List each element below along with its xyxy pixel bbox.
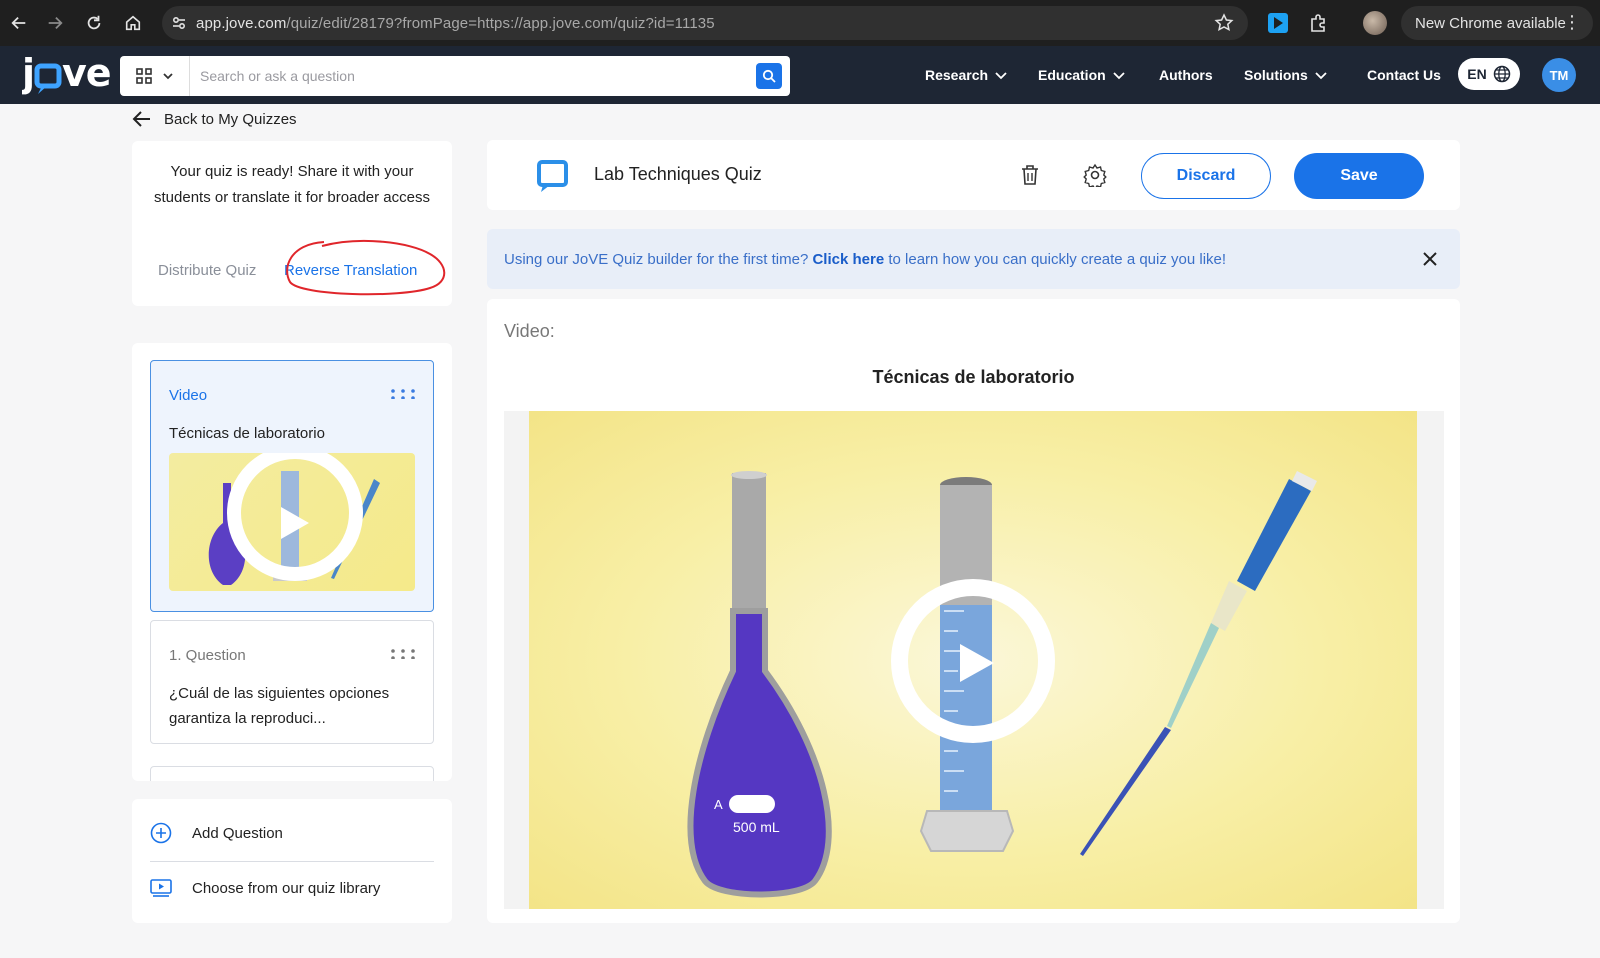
add-question-label: Add Question xyxy=(192,824,283,842)
flask-mark-a: A xyxy=(714,797,723,812)
video-label: Video: xyxy=(504,321,555,341)
site-settings-icon[interactable] xyxy=(162,6,196,40)
trash-icon[interactable] xyxy=(1017,162,1043,188)
grid-icon xyxy=(135,68,152,84)
quiz-title[interactable]: Lab Techniques Quiz xyxy=(594,164,762,185)
video-section: Video: Técnicas de laboratorio A 500 mL xyxy=(487,299,1460,923)
quiz-chat-icon xyxy=(537,160,568,192)
url-host: app.jove.com xyxy=(196,14,287,32)
back-to-quizzes-link[interactable]: Back to My Quizzes xyxy=(132,107,297,131)
search-input[interactable] xyxy=(190,68,756,84)
site-header: j ve Research Education Authors Solution… xyxy=(0,46,1600,104)
item-title: ¿Cuál de las siguientes opciones garanti… xyxy=(169,685,390,727)
banner-post: to learn how you can quickly create a qu… xyxy=(888,250,1227,268)
banner-pre: Using our JoVE Quiz builder for the firs… xyxy=(504,250,809,268)
divider xyxy=(150,861,434,862)
nav-authors[interactable]: Authors xyxy=(1159,46,1213,104)
svg-text:ve: ve xyxy=(62,52,111,95)
new-chrome-available-button[interactable]: New Chrome available ⋮ xyxy=(1401,6,1593,40)
discard-button[interactable]: Discard xyxy=(1141,153,1271,199)
quiz-items-panel: Video Técnicas de laboratorio 1. Questio… xyxy=(132,343,452,781)
question-item-card[interactable]: 1. Question ¿Cuál de las siguientes opci… xyxy=(150,620,434,744)
annotation-circle xyxy=(286,239,446,296)
back-arrow-icon[interactable] xyxy=(0,0,38,46)
chevron-down-icon xyxy=(1315,72,1327,80)
new-chrome-label: New Chrome available xyxy=(1415,14,1566,32)
quiz-ready-message: Your quiz is ready! Share it with your s… xyxy=(154,163,430,206)
nav-research[interactable]: Research xyxy=(925,46,1008,104)
user-avatar[interactable]: TM xyxy=(1542,58,1576,92)
chevron-down-icon xyxy=(162,73,173,80)
bookmark-star-icon[interactable] xyxy=(1214,13,1234,38)
save-button[interactable]: Save xyxy=(1294,153,1424,199)
play-icon[interactable] xyxy=(957,641,997,685)
search-button[interactable] xyxy=(756,63,782,89)
quiz-editor-header: Lab Techniques Quiz Discard Save xyxy=(487,140,1460,210)
tab-distribute-quiz[interactable]: Distribute Quiz xyxy=(158,262,256,279)
menu-dots-icon[interactable]: ⋮ xyxy=(1563,12,1581,32)
info-banner: Using our JoVE Quiz builder for the firs… xyxy=(487,229,1460,289)
extensions-puzzle-icon[interactable] xyxy=(1306,11,1330,35)
profile-avatar[interactable] xyxy=(1363,11,1387,35)
home-icon[interactable] xyxy=(114,0,152,46)
video-poster: A 500 mL xyxy=(529,411,1417,909)
chevron-down-icon xyxy=(1113,72,1125,80)
nav-solutions-label: Solutions xyxy=(1244,67,1308,83)
item-type-label: Video xyxy=(169,387,208,404)
video-thumbnail[interactable] xyxy=(169,453,415,591)
category-dropdown[interactable] xyxy=(120,56,190,96)
arrow-left-icon xyxy=(132,111,150,127)
banner-text: Using our JoVE Quiz builder for the firs… xyxy=(504,251,1226,268)
jove-logo[interactable]: j ve xyxy=(22,52,114,98)
play-icon xyxy=(281,507,309,539)
plus-circle-icon xyxy=(150,822,172,844)
nav-contact-us[interactable]: Contact Us xyxy=(1367,46,1441,104)
video-item-card[interactable]: Video Técnicas de laboratorio xyxy=(150,360,434,612)
search-bar xyxy=(120,56,790,96)
video-title: Técnicas de laboratorio xyxy=(872,367,1075,387)
add-question-button[interactable]: Add Question xyxy=(150,815,283,851)
choose-from-library-button[interactable]: Choose from our quiz library xyxy=(150,870,380,906)
item-title: Técnicas de laboratorio xyxy=(169,425,325,442)
drag-dots-icon[interactable] xyxy=(391,649,415,659)
reload-icon[interactable] xyxy=(75,0,113,46)
video-player[interactable]: A 500 mL xyxy=(504,411,1444,909)
nav-contact-label: Contact Us xyxy=(1367,67,1441,83)
nav-education-label: Education xyxy=(1038,67,1106,83)
drag-dots-icon[interactable] xyxy=(391,389,415,399)
globe-icon xyxy=(1493,65,1510,83)
chevron-down-icon xyxy=(995,72,1007,80)
browser-toolbar: app.jove.com/quiz/edit/28179?fromPage=ht… xyxy=(0,0,1600,46)
search-icon xyxy=(762,69,776,83)
nav-education[interactable]: Education xyxy=(1038,46,1126,104)
nav-solutions[interactable]: Solutions xyxy=(1244,46,1328,104)
svg-text:j: j xyxy=(22,52,34,95)
nav-research-label: Research xyxy=(925,67,989,83)
url-path: /quiz/edit/28179?fromPage=https://app.jo… xyxy=(286,14,715,32)
address-bar[interactable]: app.jove.com/quiz/edit/28179?fromPage=ht… xyxy=(162,6,1248,40)
forward-arrow-icon[interactable] xyxy=(36,0,74,46)
item-type-label: 1. Question xyxy=(169,647,246,664)
video-library-icon xyxy=(150,879,172,897)
url-text: app.jove.com/quiz/edit/28179?fromPage=ht… xyxy=(196,15,715,32)
close-icon[interactable] xyxy=(1420,249,1440,269)
language-selector[interactable]: EN xyxy=(1458,58,1520,90)
back-link-label: Back to My Quizzes xyxy=(164,110,297,128)
next-item-card[interactable] xyxy=(150,766,434,781)
banner-click-here-link[interactable]: Click here xyxy=(812,251,884,268)
extension-play-icon[interactable] xyxy=(1266,11,1290,35)
choose-library-label: Choose from our quiz library xyxy=(192,879,381,897)
nav-authors-label: Authors xyxy=(1159,67,1213,83)
settings-gear-icon[interactable] xyxy=(1082,162,1108,188)
language-code: EN xyxy=(1467,66,1487,82)
flask-volume-label: 500 mL xyxy=(733,819,780,835)
